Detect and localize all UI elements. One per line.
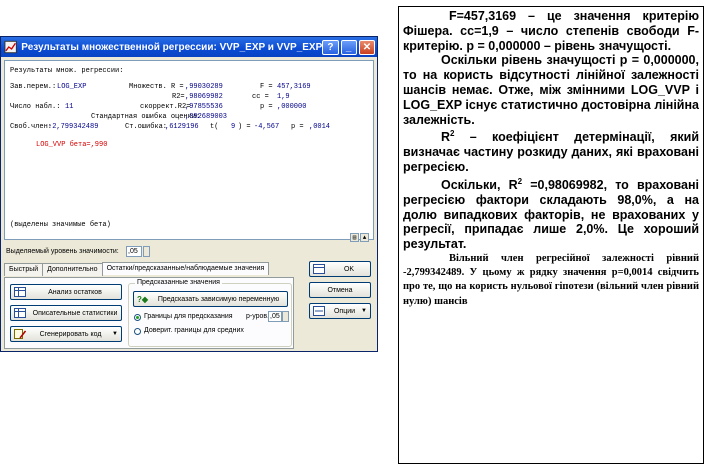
df-value: 1,9: [277, 93, 290, 101]
dialog-controls-area: Выделяемый уровень значимости: ,05 Быстр…: [4, 243, 374, 349]
paragraph-significance: Оскільки рівень значущості p = 0,000000,…: [403, 53, 699, 127]
r-symbol: R: [441, 130, 451, 145]
stderr-label: Стандартная ошибка оценки:: [91, 113, 201, 121]
window-title: Результаты множественной регрессии: VVP_…: [21, 41, 323, 53]
analysis-text-box: F=457,3169 – це значення критерію Фішера…: [398, 6, 704, 464]
t-df: 9: [231, 123, 236, 131]
significant-beta-note: (выделены значимые бета): [10, 221, 111, 229]
results-panel-tools: ▤ ▲: [350, 233, 369, 242]
predict-icon: ?◆: [137, 294, 149, 304]
cancel-button[interactable]: Отмена: [309, 282, 371, 298]
help-button[interactable]: ?: [322, 39, 339, 55]
options-icon: [313, 306, 325, 316]
paragraph-interpretation: Оскільки, R2 =0,98069982, то враховані р…: [403, 175, 699, 252]
tab-residuals[interactable]: Остатки/предсказанные/наблюдаемые значен…: [101, 262, 270, 275]
paragraph-intercept: Вільний член регресійної залежності рівн…: [403, 253, 699, 307]
conf-limits-label: Доверит. границы для средних: [144, 327, 244, 334]
dep-var-value: LOG_EXP: [57, 83, 87, 91]
alpha-label: Выделяемый уровень значимости:: [6, 248, 119, 255]
intercept-se-label: Ст.ошибка:: [125, 123, 168, 131]
close-button[interactable]: ✕: [358, 39, 376, 55]
residual-analysis-button[interactable]: Анализ остатков: [10, 284, 122, 300]
paragraph-fisher: F=457,3169 – це значення критерію Фішера…: [403, 9, 699, 53]
t-value: -4,567: [254, 123, 280, 131]
tab-advanced[interactable]: Дополнительно: [42, 263, 103, 276]
r2-label: R2=: [172, 93, 185, 101]
t-p-value: ,0014: [309, 123, 331, 131]
mult-r-label: Множеств. R =: [129, 83, 184, 91]
intercept-label: Своб.член:: [10, 123, 53, 131]
t-p-label: p =: [291, 123, 304, 131]
descriptive-stats-button[interactable]: Описательные статистики: [10, 305, 122, 321]
minimize-button[interactable]: _: [340, 39, 357, 55]
conf-limits-radio[interactable]: [134, 328, 141, 335]
scroll-up-icon[interactable]: ▲: [360, 233, 369, 242]
p-level-label: p-уров.: [246, 313, 270, 320]
tab-strip: Быстрый Дополнительно Остатки/предсказан…: [4, 262, 270, 276]
intercept-se-value: ,6129196: [165, 123, 199, 131]
statistica-app-icon: [4, 40, 17, 54]
predict-dependent-button[interactable]: ?◆ Предсказать зависимую переменную: [133, 291, 288, 307]
table-icon: [14, 287, 26, 297]
options-button[interactable]: Опции ▼: [309, 303, 371, 319]
ok-button[interactable]: OK: [309, 261, 371, 277]
dropdown-arrow-icon: ▼: [112, 331, 118, 337]
residuals-tab-panel: Анализ остатков Описательные статистики …: [4, 277, 294, 349]
interpretation-text-a: Оскільки, R: [441, 178, 518, 193]
regression-results-window: Результаты множественной регрессии: VVP_…: [0, 36, 378, 352]
adj-r2-label: скоррект.R2=: [140, 103, 191, 111]
mult-r-value: ,99030289: [185, 83, 223, 91]
alpha-spinner[interactable]: [143, 246, 150, 257]
table-icon: [313, 264, 325, 274]
n-obs-value: 11: [65, 103, 74, 111]
title-bar[interactable]: Результаты множественной регрессии: VVP_…: [1, 37, 377, 57]
t-label: t(: [210, 123, 219, 131]
r2-value: ,98069982: [185, 93, 223, 101]
dep-var-label: Зав.перем.:: [10, 83, 57, 91]
f-value: 457,3169: [277, 83, 311, 91]
adj-r2-value: ,97855536: [185, 103, 223, 111]
table-icon: [14, 308, 26, 318]
results-summary-panel: Результаты множ. регрессии: Зав.перем.: …: [4, 60, 374, 242]
beta-line: LOG_VVP бета=,990: [36, 141, 108, 149]
tab-quick[interactable]: Быстрый: [4, 263, 44, 276]
df-label: cc =: [252, 93, 269, 101]
script-edit-icon: [14, 329, 26, 339]
intercept-value: -2,799342489: [48, 123, 99, 131]
n-obs-label: Число набл.:: [10, 103, 61, 111]
dropdown-arrow-icon: ▼: [361, 308, 367, 314]
predicted-values-group: Предсказанные значения ?◆ Предсказать за…: [128, 279, 292, 347]
p-label: p =: [260, 103, 273, 111]
f-label: F =: [260, 83, 273, 91]
generate-code-button[interactable]: Сгенерировать код ▼: [10, 326, 122, 342]
copy-icon[interactable]: ▤: [350, 233, 359, 242]
stderr-value: ,092689003: [185, 113, 228, 121]
t-equals: ) =: [238, 123, 251, 131]
p-value: ,000000: [277, 103, 307, 111]
pred-limits-radio[interactable]: [134, 314, 141, 321]
p-level-input[interactable]: ,05: [268, 311, 282, 322]
paragraph-determination: R2 – коефіцієнт детермінації, який визна…: [403, 127, 699, 175]
pred-limits-label: Границы для предсказания: [144, 313, 233, 320]
results-heading: Результаты множ. регрессии:: [10, 67, 124, 75]
p-level-spinner[interactable]: [282, 311, 289, 322]
predicted-values-legend: Предсказанные значения: [135, 279, 222, 286]
alpha-input[interactable]: ,05: [126, 246, 142, 257]
